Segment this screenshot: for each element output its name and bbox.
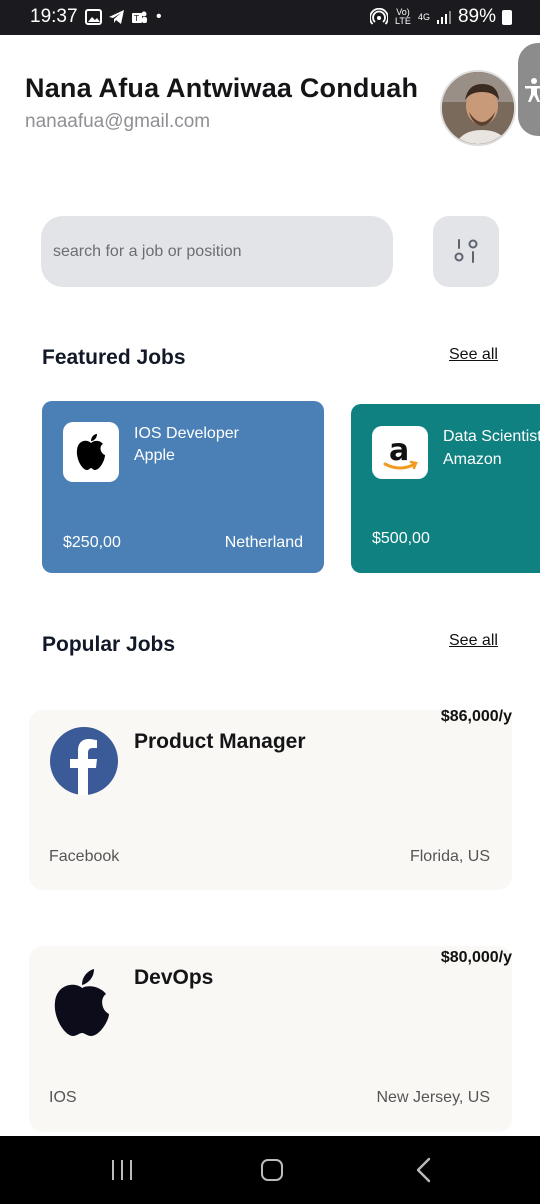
- popular-job-title: Product Manager: [134, 730, 306, 753]
- status-bar: 19:37 T • Vo) LTE 4G 89%: [0, 0, 540, 35]
- svg-text:a: a: [389, 433, 409, 468]
- popular-job-title: DevOps: [134, 966, 214, 989]
- featured-job-company: Amazon: [443, 451, 502, 468]
- featured-job-title: IOS Developer: [134, 425, 239, 442]
- system-nav-bar: [0, 1136, 540, 1204]
- teams-icon: T: [132, 11, 147, 23]
- battery-percent: 89%: [457, 6, 496, 27]
- featured-jobs-title: Featured Jobs: [42, 346, 186, 369]
- notification-icons: T •: [85, 8, 162, 26]
- popular-job-card[interactable]: $80,000/y DevOps IOS New Jersey, US: [29, 946, 512, 1132]
- user-email: nanaafua@gmail.com: [25, 111, 211, 132]
- popular-job-company: IOS: [49, 1089, 77, 1106]
- user-name: Nana Afua Antwiwaa Conduah: [25, 73, 419, 103]
- popular-job-salary: $86,000/y: [440, 708, 512, 725]
- status-right: Vo) LTE 4G 89%: [369, 6, 512, 28]
- popular-job-company: Facebook: [49, 848, 120, 865]
- svg-text:T: T: [133, 14, 139, 23]
- featured-job-card[interactable]: a Data Scientist Amazon $500,00: [351, 404, 540, 573]
- facebook-icon: [50, 727, 118, 795]
- status-time: 19:37: [30, 6, 78, 27]
- notification-dot: •: [156, 8, 162, 25]
- featured-job-salary: $500,00: [372, 530, 430, 547]
- popular-see-all-link[interactable]: See all: [449, 632, 498, 650]
- network-label: 4G: [417, 11, 430, 22]
- featured-job-location: Netherland: [224, 534, 303, 551]
- avatar-photo: [442, 72, 514, 144]
- featured-job-salary: $250,00: [63, 534, 121, 551]
- amazon-logo: a: [372, 426, 428, 479]
- avatar[interactable]: [440, 70, 516, 146]
- facebook-logo: [49, 726, 119, 796]
- popular-job-location: Florida, US: [409, 848, 490, 865]
- back-icon[interactable]: [414, 1157, 432, 1183]
- filter-button[interactable]: [433, 216, 499, 287]
- popular-job-card[interactable]: $86,000/y Product Manager Facebook Flori…: [29, 708, 512, 890]
- home-icon[interactable]: [260, 1158, 284, 1182]
- popular-jobs-title: Popular Jobs: [42, 633, 176, 656]
- apple-logo: [63, 422, 119, 482]
- featured-see-all-link[interactable]: See all: [449, 346, 498, 364]
- popular-job-salary: $80,000/y: [440, 949, 512, 966]
- volte-label: Vo) LTE: [395, 7, 411, 26]
- search-input[interactable]: [41, 216, 393, 287]
- amazon-icon: a: [383, 433, 418, 470]
- telegram-icon: [109, 10, 124, 24]
- hotspot-icon: [369, 8, 388, 25]
- recent-apps-icon[interactable]: [110, 1159, 134, 1181]
- popular-job-location: New Jersey, US: [376, 1089, 490, 1106]
- gallery-icon: [85, 9, 102, 25]
- apple-icon: [76, 434, 105, 470]
- apple-icon: [54, 969, 109, 1036]
- accessibility-tab[interactable]: [518, 43, 540, 136]
- accessibility-icon: [525, 78, 540, 102]
- featured-job-card[interactable]: IOS Developer Apple $250,00 Netherland: [42, 401, 324, 573]
- signal-icon: [436, 11, 451, 24]
- featured-job-title: Data Scientist: [443, 428, 540, 445]
- battery-icon: [502, 9, 512, 25]
- apple-logo: [49, 964, 119, 1036]
- filter-icon: [454, 239, 478, 263]
- featured-job-company: Apple: [134, 447, 175, 464]
